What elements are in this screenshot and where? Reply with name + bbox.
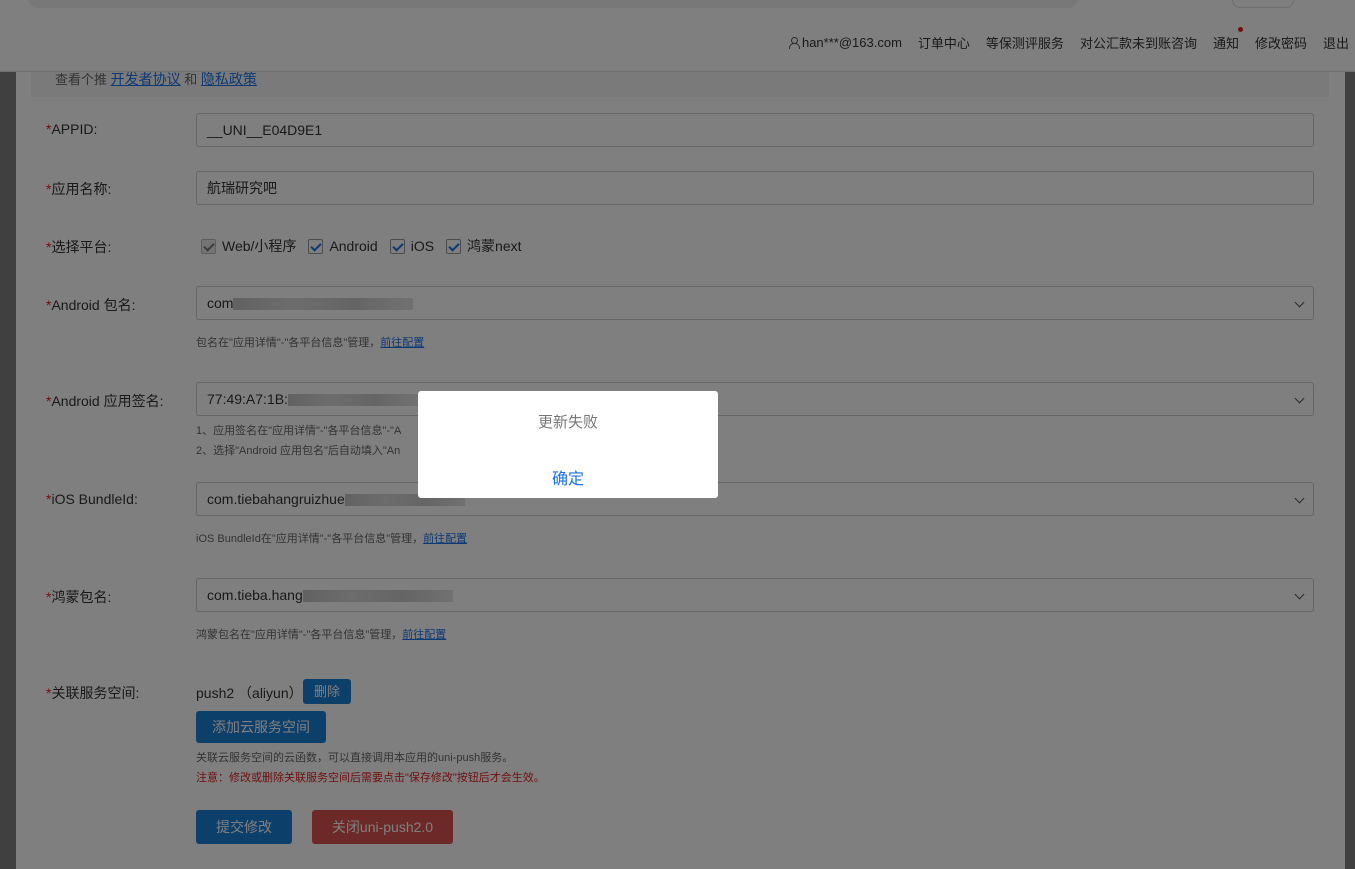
- dialog-message: 更新失败: [537, 414, 598, 431]
- dialog-confirm-button[interactable]: 确定: [418, 465, 718, 489]
- alert-dialog: 更新失败 确定: [418, 391, 718, 498]
